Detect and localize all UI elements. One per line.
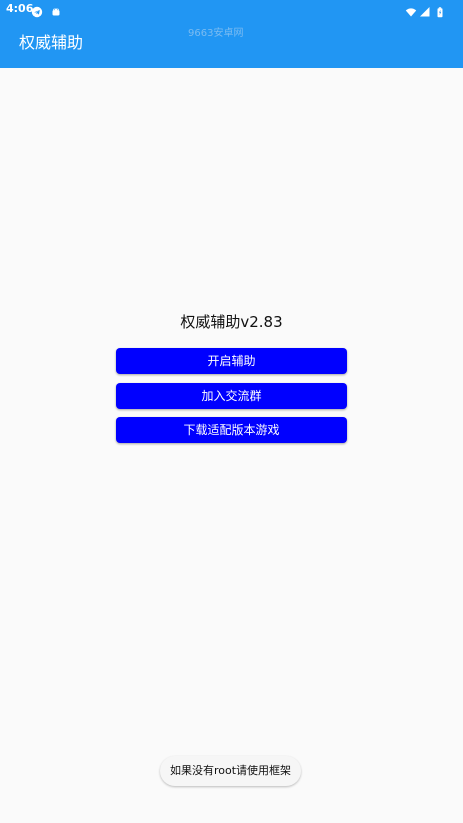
status-bar: 4:06 — [0, 0, 463, 18]
telegram-icon — [31, 3, 43, 18]
wifi-icon — [405, 3, 417, 17]
download-game-button[interactable]: 下载适配版本游戏 — [116, 417, 347, 443]
android-icon — [50, 3, 62, 16]
main-title: 权威辅助v2.83 — [180, 313, 283, 331]
signal-icon — [419, 3, 431, 17]
toast-message: 如果没有root请使用框架 — [160, 756, 301, 786]
app-bar: 4:06 权威辅助 9663安卓网 — [0, 0, 463, 68]
battery-icon — [434, 3, 446, 18]
join-group-button[interactable]: 加入交流群 — [116, 383, 347, 409]
app-title: 权威辅助 — [19, 33, 84, 52]
main-content: 权威辅助v2.83 开启辅助 加入交流群 下载适配版本游戏 如果没有root请使… — [0, 68, 463, 823]
start-assist-button[interactable]: 开启辅助 — [116, 348, 347, 374]
watermark-text: 9663安卓网 — [188, 28, 244, 39]
status-time: 4:06 — [6, 2, 34, 15]
